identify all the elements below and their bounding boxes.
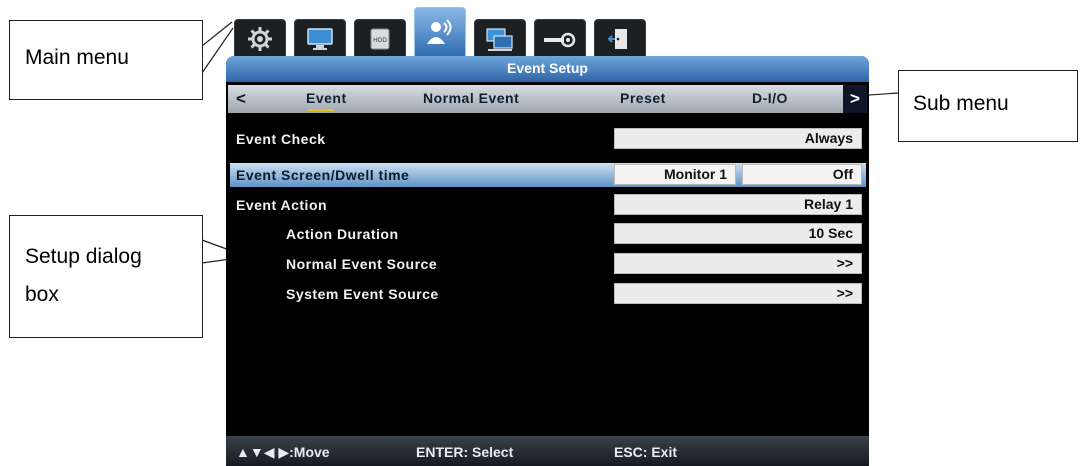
setting-row-action-duration[interactable]: Action Duration 10 Sec [230,222,866,246]
footer-exit-hint: ESC: Exit [614,444,678,460]
system-event-source-button[interactable]: >> [614,283,862,304]
action-duration-value[interactable]: 10 Sec [614,223,862,244]
setting-row-event-action[interactable]: Event Action Relay 1 [230,193,866,217]
setting-label: Event Action [236,197,328,213]
tab-storage[interactable]: HDD [354,19,406,57]
device-settings-icon [544,32,576,47]
tab-display[interactable] [294,19,346,57]
setting-label: Event Screen/Dwell time [236,167,410,183]
sub-menu-next-icon[interactable]: > [843,85,867,113]
monitor-icon [307,27,333,50]
sub-tab-event[interactable]: Event [306,90,347,106]
callout-setup-dialog-text-1: Setup dialog [25,245,142,268]
callout-main-menu-text: Main menu [25,46,129,69]
tab-network[interactable] [474,19,526,57]
setting-row-system-event-source[interactable]: System Event Source >> [230,282,866,306]
sub-menu-prev-icon[interactable]: < [236,89,246,109]
dialog-footer: ▲▼◀ ▶:Move ENTER: Select ESC: Exit [226,436,869,466]
event-action-value[interactable]: Relay 1 [614,194,862,215]
callout-setup-dialog: Setup dialog box [9,215,203,338]
setting-row-normal-event-source[interactable]: Normal Event Source >> [230,252,866,276]
dialog-title: Event Setup [507,60,588,76]
exit-door-icon [607,28,627,49]
tab-system-settings[interactable] [234,19,286,57]
setting-row-event-check[interactable]: Event Check Always [230,127,866,151]
main-menu-bar: HDD [234,7,734,57]
sub-tab-preset[interactable]: Preset [620,90,666,106]
sub-menu-bar: < Event Normal Event Preset D-I/O > [228,85,867,113]
setup-dialog: Event Setup < Event Normal Event Preset … [226,56,869,466]
event-check-value[interactable]: Always [614,128,862,149]
event-screen-monitor-value[interactable]: Monitor 1 [614,164,736,185]
callout-main-menu: Main menu [9,20,203,100]
dialog-title-bar: Event Setup [226,56,869,82]
callout-sub-menu: Sub menu [898,70,1078,142]
setting-label: System Event Source [286,286,439,302]
setting-row-event-screen-dwell[interactable]: Event Screen/Dwell time Monitor 1 Off [230,163,866,187]
callout-setup-dialog-text-2: box [25,283,59,306]
event-dwell-time-value[interactable]: Off [742,164,862,185]
sub-tab-normal-event[interactable]: Normal Event [423,90,519,106]
tab-device[interactable] [534,19,586,57]
callout-sub-menu-text: Sub menu [913,92,1009,115]
setting-label: Action Duration [286,226,399,242]
footer-move-hint: ▲▼◀ ▶:Move [236,444,330,460]
tab-exit[interactable] [594,19,646,57]
svg-text:HDD: HDD [373,37,387,44]
normal-event-source-button[interactable]: >> [614,253,862,274]
network-icon [486,27,513,51]
gear-icon [248,26,272,51]
sub-tab-dio[interactable]: D-I/O [752,90,788,106]
footer-select-hint: ENTER: Select [416,444,514,460]
setting-label: Normal Event Source [286,256,438,272]
sub-tab-selected-underline [308,109,334,111]
event-person-icon [427,18,452,44]
tab-event[interactable] [414,7,466,57]
setting-label: Event Check [236,131,326,147]
hdd-icon: HDD [370,28,390,49]
